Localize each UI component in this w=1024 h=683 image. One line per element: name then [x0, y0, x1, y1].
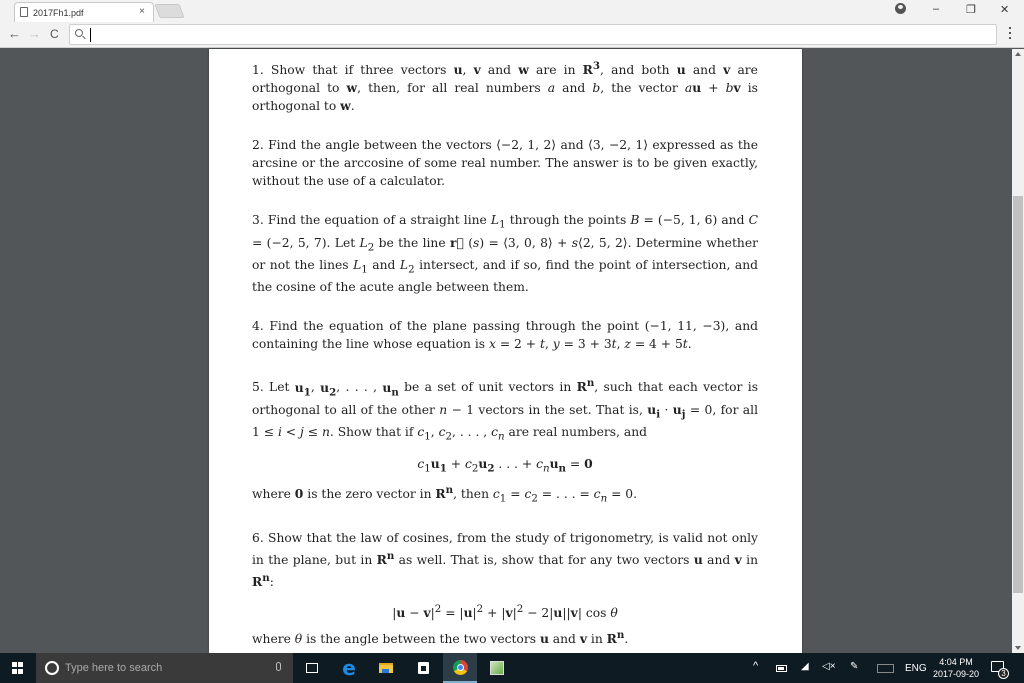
problem-text: 6. Show that the law of cosines, from th…: [252, 530, 758, 590]
pdf-viewer: 1. Show that if three vectors u, v and w…: [0, 49, 1012, 653]
scroll-down-arrow-icon[interactable]: [1015, 646, 1021, 650]
scroll-up-arrow-icon[interactable]: [1015, 52, 1021, 56]
store-button[interactable]: [406, 653, 440, 683]
problem-text-continued: where 0 is the zero vector in Rn, then c…: [252, 484, 638, 505]
taskbar-search[interactable]: Type here to search: [36, 653, 293, 683]
folder-icon: [379, 663, 393, 673]
cortana-icon: [45, 661, 59, 675]
profile-icon[interactable]: [895, 3, 906, 14]
battery-icon[interactable]: [776, 665, 787, 672]
browser-title-bar: 2017Fh1.pdf × – ❐ ✕: [0, 0, 1024, 22]
display-equation: c1u1 + c2u2 . . . + cnun = 0: [417, 455, 593, 475]
minimize-button[interactable]: –: [933, 3, 939, 15]
clock[interactable]: 4:04 PM 2017-09-20: [926, 656, 986, 680]
microphone-icon[interactable]: [276, 662, 281, 671]
start-button[interactable]: [0, 653, 36, 683]
notepad-plus-icon: [490, 661, 504, 675]
new-tab-button[interactable]: [154, 4, 185, 18]
problem-text: 2. Find the angle between the vectors ⟨−…: [252, 138, 758, 189]
problem-number: 1.: [252, 63, 264, 78]
task-view-icon: [306, 663, 318, 673]
vertical-scrollbar[interactable]: [1012, 49, 1024, 653]
forward-button[interactable]: →: [28, 26, 41, 41]
task-view-button[interactable]: [295, 653, 329, 683]
problem-1: 1. Show that if three vectors u, v and w…: [252, 57, 758, 115]
language-indicator[interactable]: ENG: [905, 663, 927, 674]
problem-number: 5.: [252, 380, 264, 395]
wifi-icon[interactable]: ◢: [801, 661, 809, 672]
notification-count-badge: 3: [998, 668, 1009, 679]
browser-menu-icon[interactable]: [1009, 27, 1012, 42]
pen-workspace-icon[interactable]: ✎: [850, 661, 858, 672]
problem-4: 4. Find the equation of the plane passin…: [252, 317, 758, 353]
clock-time: 4:04 PM: [939, 657, 973, 667]
text-cursor: [90, 28, 91, 42]
problem-number: 3.: [252, 213, 264, 228]
address-bar[interactable]: [69, 24, 997, 45]
problem-2: 2. Find the angle between the vectors ⟨−…: [252, 136, 758, 190]
problem-3: 3. Find the equation of a straight line …: [252, 211, 758, 296]
file-icon: [20, 7, 28, 17]
show-hidden-icons-chevron-icon[interactable]: ^: [753, 660, 758, 672]
chrome-button[interactable]: [443, 653, 477, 683]
pdf-page: 1. Show that if three vectors u, v and w…: [209, 49, 802, 653]
problem-number: 6.: [252, 530, 264, 545]
close-tab-icon[interactable]: ×: [139, 6, 145, 17]
problem-text-continued: where θ is the angle between the two vec…: [252, 629, 629, 647]
tab-pdf[interactable]: 2017Fh1.pdf ×: [14, 2, 154, 22]
scroll-thumb[interactable]: [1013, 196, 1023, 593]
tab-title: 2017Fh1.pdf: [33, 7, 84, 18]
problem-number: 4.: [252, 319, 264, 334]
chrome-icon: [452, 659, 468, 675]
problem-text: 5. Let u1, u2, . . . , un be a set of un…: [252, 377, 759, 443]
problem-6: 6. Show that the law of cosines, from th…: [252, 529, 758, 648]
file-explorer-button[interactable]: [369, 653, 403, 683]
search-icon: [75, 29, 83, 37]
display-equation: |u − v|2 = |u|2 + |v|2 − 2|u||v| cos θ: [392, 603, 618, 621]
close-window-button[interactable]: ✕: [1000, 3, 1009, 16]
problem-text: 4. Find the equation of the plane passin…: [252, 319, 758, 352]
problem-number: 2.: [252, 138, 264, 153]
clock-date: 2017-09-20: [932, 669, 980, 679]
edge-button[interactable]: e: [332, 653, 366, 683]
problem-text: 1. Show that if three vectors u, v and w…: [252, 60, 758, 114]
problem-text: 3. Find the equation of a straight line …: [252, 213, 758, 295]
edge-icon: e: [342, 656, 356, 680]
problem-5: 5. Let u1, u2, . . . , un be a set of un…: [252, 374, 758, 507]
back-button[interactable]: ←: [8, 26, 21, 41]
restore-button[interactable]: ❐: [966, 3, 976, 16]
touch-keyboard-icon[interactable]: [877, 664, 894, 673]
windows-logo-icon: [12, 662, 24, 674]
reload-button[interactable]: C: [50, 27, 59, 41]
taskbar: Type here to search e ^ ◢ ◁× ✎ ENG 4:04 …: [0, 653, 1024, 683]
store-icon: [417, 662, 429, 674]
volume-muted-icon[interactable]: ◁×: [822, 661, 836, 672]
search-placeholder: Type here to search: [65, 662, 163, 674]
notepad-plus-button[interactable]: [480, 653, 514, 683]
browser-toolbar: ← → C: [0, 22, 1024, 48]
document-body: 1. Show that if three vectors u, v and w…: [252, 57, 758, 669]
